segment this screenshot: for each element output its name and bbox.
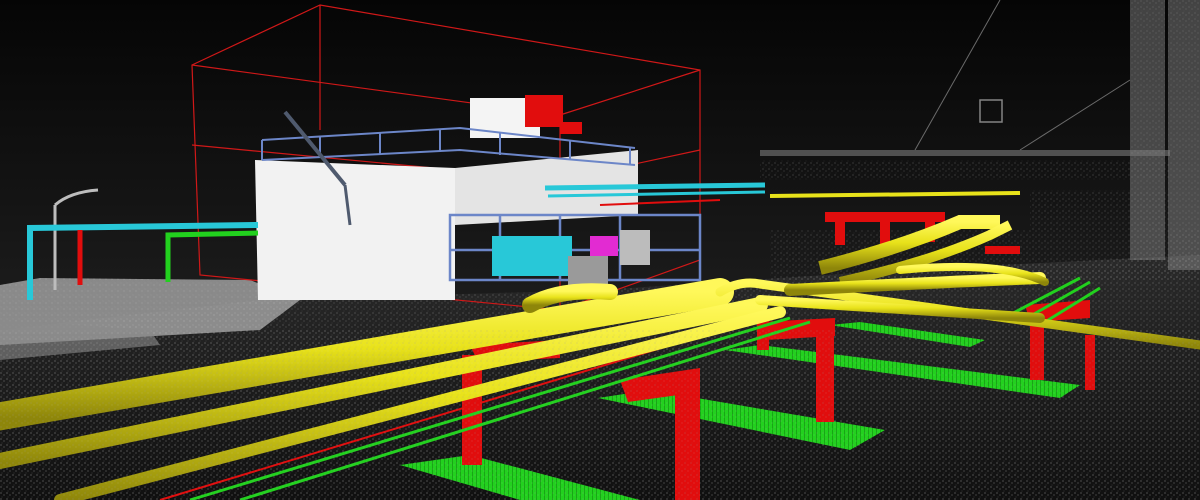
- foreground-point-cloud: [0, 330, 1200, 500]
- plant-scan-scene: [0, 0, 1200, 500]
